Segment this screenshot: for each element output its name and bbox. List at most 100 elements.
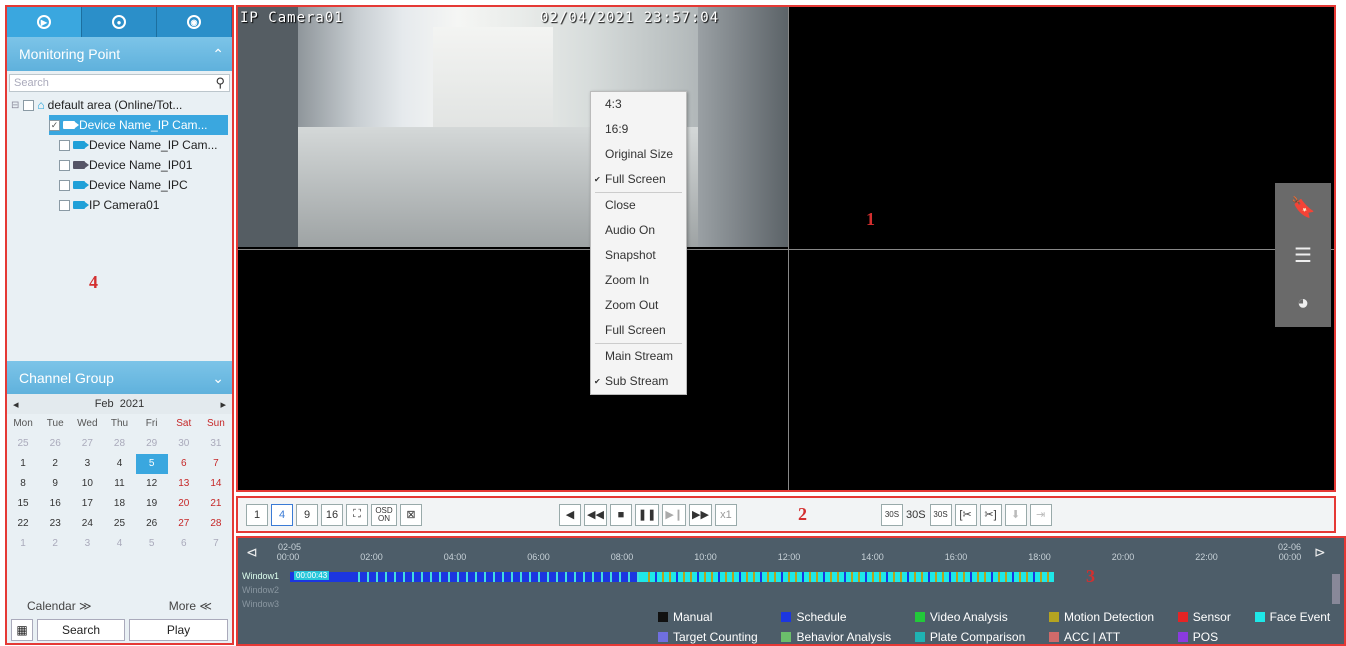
- calendar-day[interactable]: 25: [103, 514, 135, 534]
- timeline-next-icon[interactable]: ⊳: [1314, 544, 1326, 561]
- calendar-day[interactable]: 16: [39, 494, 71, 514]
- calendar-icon[interactable]: ▦: [11, 619, 33, 641]
- layout-1-button[interactable]: 1: [246, 503, 268, 526]
- calendar-day[interactable]: 4: [103, 454, 135, 474]
- checkbox[interactable]: [23, 99, 35, 111]
- checkbox[interactable]: [59, 139, 70, 151]
- calendar-day[interactable]: 29: [136, 434, 168, 454]
- timeline-prev-icon[interactable]: ⊲: [246, 544, 258, 561]
- calendar-day[interactable]: 26: [136, 514, 168, 534]
- calendar-day[interactable]: 20: [168, 494, 200, 514]
- more-toggle[interactable]: More ≪: [169, 599, 212, 613]
- calendar-day[interactable]: 4: [103, 534, 135, 554]
- recording-segment[interactable]: [290, 572, 638, 582]
- prev-frame-icon[interactable]: ◀: [559, 503, 581, 526]
- menu-item-4-3[interactable]: 4:3: [591, 92, 686, 117]
- calendar-day[interactable]: 31: [200, 434, 232, 454]
- calendar-day[interactable]: 21: [200, 494, 232, 514]
- window-row-1[interactable]: Window1: [238, 570, 279, 582]
- calendar-day[interactable]: 27: [71, 434, 103, 454]
- back-30s-button[interactable]: 30S: [880, 503, 903, 526]
- calendar-day[interactable]: 23: [39, 514, 71, 534]
- calendar-day[interactable]: 3: [71, 454, 103, 474]
- calendar-day[interactable]: 2: [39, 534, 71, 554]
- calendar-day[interactable]: 7: [200, 454, 232, 474]
- calendar-day[interactable]: 25: [7, 434, 39, 454]
- search-input[interactable]: Search ⚲: [9, 74, 230, 92]
- calendar-day[interactable]: 13: [168, 474, 200, 494]
- layout-9-button[interactable]: 9: [296, 503, 318, 526]
- stop-icon[interactable]: ■: [609, 503, 632, 526]
- calendar-day[interactable]: 18: [103, 494, 135, 514]
- calendar-day[interactable]: 22: [7, 514, 39, 534]
- calendar-day[interactable]: 28: [200, 514, 232, 534]
- list-icon[interactable]: ☰: [1294, 243, 1312, 268]
- calendar-day[interactable]: 11: [103, 474, 135, 494]
- checkbox[interactable]: [59, 159, 70, 171]
- calendar-day[interactable]: 17: [71, 494, 103, 514]
- fullscreen-icon[interactable]: ⛶: [346, 503, 368, 526]
- bookmark-icon[interactable]: 🔖: [1291, 195, 1316, 220]
- camera-feed-image[interactable]: IP Camera01 02/04/2021 23:57:04: [238, 7, 788, 247]
- calendar-day[interactable]: 28: [103, 434, 135, 454]
- clip-end-icon[interactable]: ✂]: [979, 503, 1002, 526]
- tree-item[interactable]: Device Name_IP Cam...: [59, 135, 228, 155]
- tree-root[interactable]: ⊟ ⌂ default area (Online/Tot...: [11, 95, 228, 115]
- calendar-toggle[interactable]: Calendar ≫: [27, 599, 92, 613]
- prev-month-icon[interactable]: ◂: [13, 398, 19, 411]
- layout-4-button[interactable]: 4: [271, 503, 293, 526]
- menu-item-original-size[interactable]: Original Size: [591, 142, 686, 167]
- menu-item-main-stream[interactable]: Main Stream: [591, 344, 686, 369]
- calendar-day[interactable]: 26: [39, 434, 71, 454]
- checkbox-checked[interactable]: ✓: [49, 119, 60, 131]
- calendar-day[interactable]: 14: [200, 474, 232, 494]
- calendar-day[interactable]: 5: [135, 454, 168, 474]
- calendar-day[interactable]: 2: [39, 454, 71, 474]
- menu-item-full-screen[interactable]: Full Screen: [591, 318, 686, 343]
- menu-item-zoom-in[interactable]: Zoom In: [591, 268, 686, 293]
- calendar-day[interactable]: 19: [136, 494, 168, 514]
- calendar-day[interactable]: 30: [168, 434, 200, 454]
- checkbox[interactable]: [59, 199, 70, 211]
- clip-start-icon[interactable]: [✂: [954, 503, 977, 526]
- tree-item[interactable]: ✓ Device Name_IP Cam...: [49, 115, 228, 135]
- close-all-icon[interactable]: ⊠: [400, 503, 422, 526]
- monitoring-point-header[interactable]: Monitoring Point ⌃: [7, 37, 232, 71]
- menu-item-audio-on[interactable]: Audio On: [591, 218, 686, 243]
- next-frame-icon[interactable]: ▶❙: [662, 503, 687, 526]
- tab-live-view[interactable]: ▶: [7, 7, 82, 37]
- pause-icon[interactable]: ❚❚: [634, 503, 660, 526]
- menu-item-sub-stream[interactable]: Sub Stream: [591, 369, 686, 394]
- calendar-day[interactable]: 1: [7, 534, 39, 554]
- camera-user-icon[interactable]: ◕: [1297, 292, 1309, 315]
- calendar-day[interactable]: 9: [39, 474, 71, 494]
- search-icon[interactable]: ⚲: [215, 75, 225, 91]
- tree-item[interactable]: Device Name_IPC: [59, 175, 228, 195]
- next-month-icon[interactable]: ▸: [220, 398, 226, 411]
- window-row-2[interactable]: Window2: [238, 584, 279, 596]
- menu-item-zoom-out[interactable]: Zoom Out: [591, 293, 686, 318]
- calendar-day[interactable]: 7: [200, 534, 232, 554]
- calendar-day[interactable]: 5: [136, 534, 168, 554]
- search-button[interactable]: Search: [37, 619, 125, 641]
- menu-item-16-9[interactable]: 16:9: [591, 117, 686, 142]
- calendar-day[interactable]: 12: [136, 474, 168, 494]
- chevron-up-icon[interactable]: ⌃: [212, 46, 224, 63]
- tree-item[interactable]: Device Name_IP01: [59, 155, 228, 175]
- timeline-scrollbar[interactable]: [1332, 574, 1340, 604]
- collapse-icon[interactable]: ⊟: [11, 100, 19, 111]
- calendar-day[interactable]: 27: [168, 514, 200, 534]
- calendar-day[interactable]: 10: [71, 474, 103, 494]
- menu-item-close[interactable]: Close: [591, 193, 686, 218]
- menu-item-snapshot[interactable]: Snapshot: [591, 243, 686, 268]
- tab-settings[interactable]: ◉: [157, 7, 232, 37]
- rewind-icon[interactable]: ◀◀: [584, 503, 607, 526]
- osd-toggle-button[interactable]: OSD ON: [371, 503, 397, 526]
- calendar-day[interactable]: 6: [168, 454, 200, 474]
- export-icon[interactable]: ⇥: [1029, 503, 1052, 526]
- play-button[interactable]: Play: [129, 619, 228, 641]
- calendar-day[interactable]: 15: [7, 494, 39, 514]
- forward-30s-button[interactable]: 30S: [929, 503, 952, 526]
- menu-item-full-screen-ratio[interactable]: Full Screen: [591, 167, 686, 192]
- checkbox[interactable]: [59, 179, 70, 191]
